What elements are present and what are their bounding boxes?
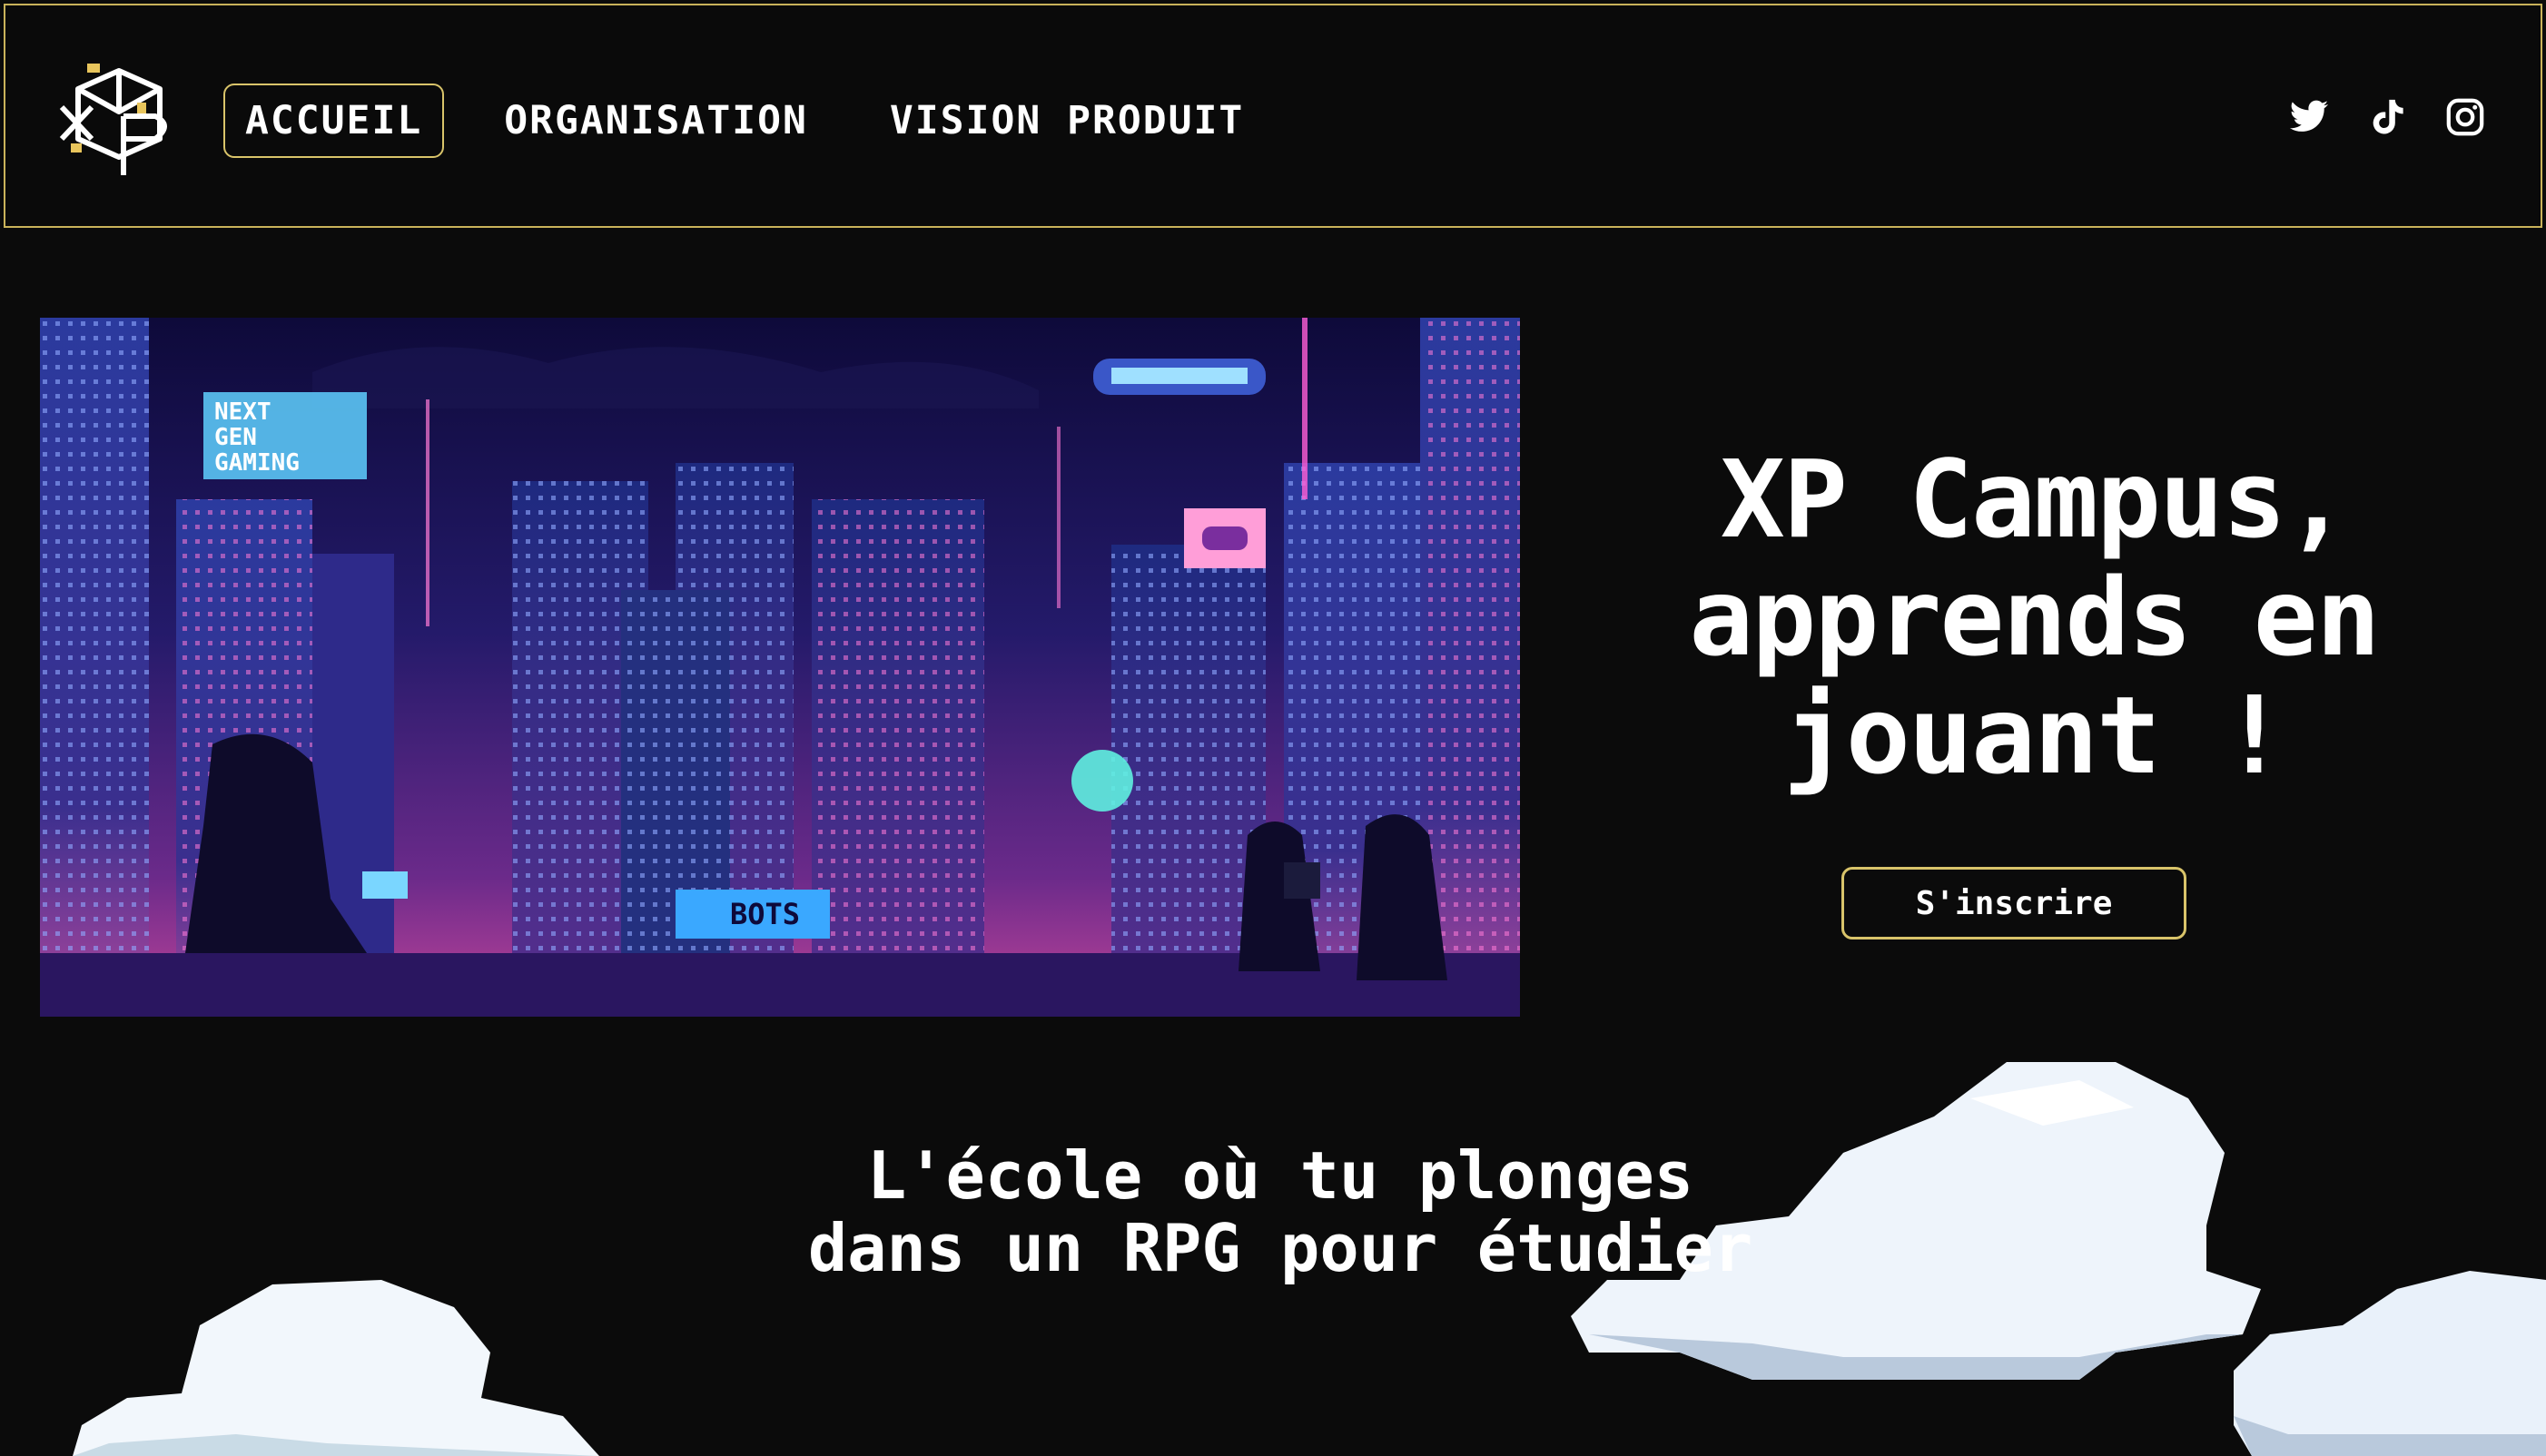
tiktok-icon[interactable] bbox=[2366, 96, 2408, 138]
site-header: ACCUEIL ORGANISATION VISION PRODUIT bbox=[4, 4, 2542, 228]
bots-sign: BOTS bbox=[730, 897, 800, 931]
hero-title-line-2: apprends en bbox=[1689, 555, 2380, 680]
social-links bbox=[2288, 96, 2486, 138]
cloud-left bbox=[73, 1280, 599, 1456]
landing-page: ACCUEIL ORGANISATION VISION PRODUIT NEXT… bbox=[0, 0, 2546, 1456]
hero-title-line-3: jouant ! bbox=[1782, 673, 2286, 798]
intro-line-2: dans un RPG pour étudier bbox=[807, 1210, 1753, 1286]
nav-item-vision-produit[interactable]: VISION PRODUIT bbox=[868, 84, 1266, 158]
intro-line-1: L'école où tu plonges bbox=[866, 1137, 1694, 1214]
main-nav: ACCUEIL ORGANISATION VISION PRODUIT bbox=[223, 84, 1304, 158]
hero-cyberpunk-city-illustration: NEXT GEN GAMING BOTS bbox=[40, 318, 1520, 1017]
billboard-line-2: GEN bbox=[214, 424, 257, 451]
cloud-right-small bbox=[2234, 1271, 2546, 1456]
hero-title: XP Campus, apprends en jouant ! bbox=[1562, 440, 2506, 794]
twitter-icon[interactable] bbox=[2288, 96, 2330, 138]
billboard-line-3: GAMING bbox=[214, 449, 300, 477]
nav-item-accueil[interactable]: ACCUEIL bbox=[223, 84, 445, 158]
intro-tagline: L'école où tu plonges dans un RPG pour é… bbox=[599, 1139, 1961, 1284]
billboard-line-1: NEXT bbox=[214, 398, 271, 426]
xp-campus-logo[interactable] bbox=[51, 53, 187, 189]
hero-title-line-1: XP Campus, bbox=[1720, 437, 2349, 562]
instagram-icon[interactable] bbox=[2444, 96, 2486, 138]
signup-button[interactable]: S'inscrire bbox=[1841, 867, 2186, 940]
nav-item-organisation[interactable]: ORGANISATION bbox=[482, 84, 830, 158]
